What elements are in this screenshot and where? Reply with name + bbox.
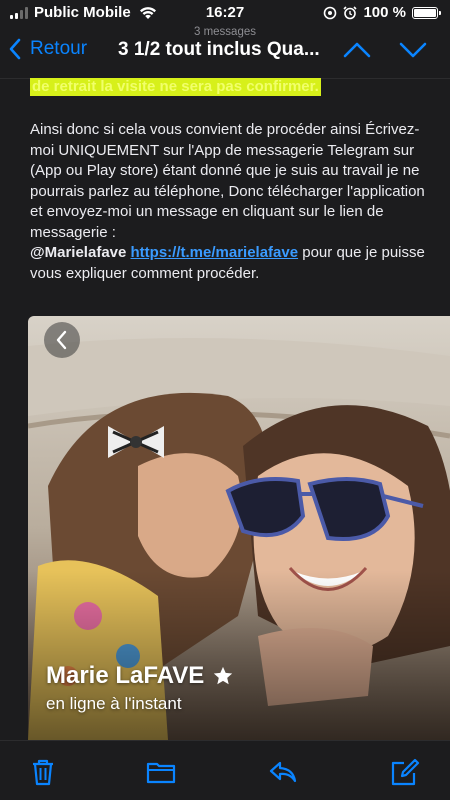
alarm-icon: [343, 5, 358, 19]
message-count: 3 messages: [193, 26, 256, 38]
telegram-handle: @Marielafave: [30, 244, 127, 261]
chevron-left-icon: [56, 330, 67, 350]
back-button[interactable]: Retour: [8, 38, 87, 60]
chevron-left-icon: [9, 38, 21, 60]
battery-icon: [412, 6, 441, 19]
highlighted-text: de retrait la visite ne sera pas confirm…: [30, 78, 321, 96]
profile-name: Marie LaFAVE: [46, 662, 205, 689]
status-bar: Public Mobile 16:27 100 %: [0, 0, 450, 26]
carrier-label: Public Mobile: [34, 4, 131, 21]
battery-label: 100 %: [363, 4, 406, 21]
highlighted-line: de retrait la visite ne sera pas confirm…: [30, 78, 440, 96]
profile-card[interactable]: Marie LaFAVE en ligne à l'instant: [28, 316, 450, 740]
status-right: 100 %: [323, 4, 441, 21]
trash-icon[interactable]: [28, 757, 58, 787]
profile-status: en ligne à l'instant: [46, 694, 182, 713]
star-icon: [214, 666, 233, 685]
compose-icon[interactable]: [390, 757, 420, 787]
mail-screen: Public Mobile 16:27 100 % 3 messages Ret…: [0, 0, 450, 800]
card-back-button[interactable]: [44, 322, 80, 358]
profile-name-row: Marie LaFAVE: [46, 662, 234, 690]
nav-title: 3 1/2 tout inclus Qua...: [118, 39, 320, 60]
email-paragraph: Ainsi donc si cela vous convient de proc…: [30, 120, 440, 284]
nav-bar: 3 messages Retour 3 1/2 tout inclus Qua.…: [0, 26, 450, 79]
paragraph-text: Ainsi donc si cela vous convient de proc…: [30, 121, 425, 241]
next-message-button[interactable]: [398, 40, 428, 60]
bottom-toolbar: [0, 740, 450, 800]
signal-icon: [10, 6, 28, 19]
previous-message-button[interactable]: [342, 40, 372, 60]
telegram-link[interactable]: https://t.me/marielafave: [131, 244, 299, 261]
email-body: de retrait la visite ne sera pas confirm…: [30, 78, 440, 284]
status-left: Public Mobile: [10, 4, 157, 21]
reply-icon[interactable]: [268, 757, 298, 787]
back-label: Retour: [30, 38, 88, 59]
folder-icon[interactable]: [146, 757, 176, 787]
orientation-lock-icon: [324, 6, 337, 19]
wifi-icon: [139, 6, 156, 19]
